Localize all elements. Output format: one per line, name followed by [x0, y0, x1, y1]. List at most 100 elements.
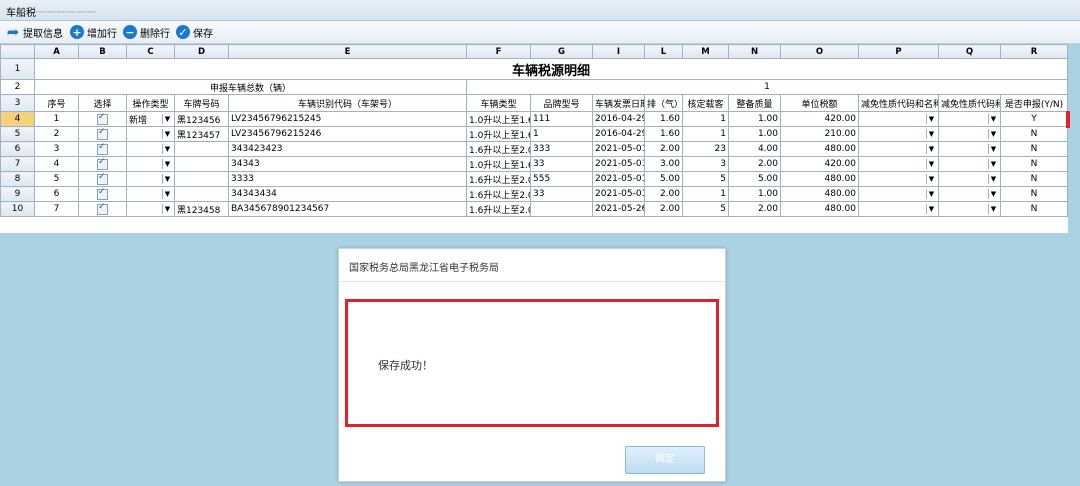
- row-header[interactable]: 8: [0, 171, 35, 187]
- row-header[interactable]: 6: [0, 141, 35, 157]
- mass-cell[interactable]: 1.00: [728, 186, 781, 202]
- exempt-b-cell[interactable]: ▼: [938, 156, 1001, 172]
- select-checkbox[interactable]: [97, 128, 108, 140]
- vin-cell[interactable]: LV23456796215246: [228, 126, 467, 142]
- exempt-b-cell[interactable]: ▼: [938, 201, 1001, 217]
- mass-cell[interactable]: 2.00: [728, 201, 781, 217]
- op-type-cell[interactable]: ▼: [126, 126, 175, 142]
- model-cell[interactable]: 33: [530, 186, 593, 202]
- op-type-cell[interactable]: ▼: [126, 141, 175, 157]
- dropdown-arrow-icon[interactable]: ▼: [926, 114, 936, 124]
- capacity-cell[interactable]: 5: [682, 171, 729, 187]
- col-header-f[interactable]: F: [466, 44, 531, 59]
- toolbar-save-button[interactable]: ✓ 保存: [176, 24, 213, 40]
- plate-cell[interactable]: 黑123457: [174, 126, 229, 142]
- select-checkbox[interactable]: [97, 188, 108, 200]
- select-checkbox[interactable]: [97, 203, 108, 215]
- dropdown-arrow-icon[interactable]: ▼: [926, 129, 936, 139]
- declare-cell[interactable]: Y: [1000, 111, 1068, 127]
- select-checkbox[interactable]: [97, 113, 108, 125]
- dropdown-arrow-icon[interactable]: ▼: [926, 159, 936, 169]
- date-cell[interactable]: 2016-04-29: [592, 126, 645, 142]
- model-cell[interactable]: 555: [530, 171, 593, 187]
- declare-cell[interactable]: N: [1000, 201, 1068, 217]
- plate-cell[interactable]: [174, 156, 229, 172]
- model-cell[interactable]: 333: [530, 141, 593, 157]
- col-header-b[interactable]: B: [78, 44, 127, 59]
- exempt-b-cell[interactable]: ▼: [938, 111, 1001, 127]
- capacity-cell[interactable]: 3: [682, 156, 729, 172]
- plate-cell[interactable]: [174, 171, 229, 187]
- row-header[interactable]: 3: [0, 94, 35, 112]
- row-header[interactable]: 4: [0, 111, 35, 127]
- col-header-i[interactable]: I: [592, 44, 645, 59]
- vin-cell[interactable]: 34343: [228, 156, 467, 172]
- exempt-b-cell[interactable]: ▼: [938, 186, 1001, 202]
- add-row-button[interactable]: + 增加行: [70, 24, 117, 40]
- col-header-g[interactable]: G: [530, 44, 593, 59]
- vin-cell[interactable]: BA345678901234567: [228, 201, 467, 217]
- dropdown-arrow-icon[interactable]: ▼: [926, 174, 936, 184]
- mass-cell[interactable]: 1.00: [728, 126, 781, 142]
- vehicle-type-cell[interactable]: 1.6升以上至2.0升(含)的乘用车▼: [466, 201, 531, 217]
- vehicle-type-cell[interactable]: 1.6升以上至2.0升(含)的乘用车▼: [466, 186, 531, 202]
- date-cell[interactable]: 2021-05-01: [592, 186, 645, 202]
- exempt-a-cell[interactable]: ▼: [858, 201, 939, 217]
- dropdown-arrow-icon[interactable]: ▼: [162, 114, 172, 124]
- vehicle-type-cell[interactable]: 1.0升以上至1.6升(含)的乘用车▼: [466, 156, 531, 172]
- vehicle-type-cell[interactable]: 1.0升以上至1.6升(含)的乘用车▼: [466, 111, 531, 127]
- dropdown-arrow-icon[interactable]: ▼: [162, 144, 172, 154]
- dropdown-arrow-icon[interactable]: ▼: [926, 144, 936, 154]
- mass-cell[interactable]: 4.00: [728, 141, 781, 157]
- vin-cell[interactable]: 3333: [228, 171, 467, 187]
- declare-cell[interactable]: N: [1000, 141, 1068, 157]
- col-header-e[interactable]: E: [228, 44, 467, 59]
- col-header-n[interactable]: N: [728, 44, 781, 59]
- op-type-cell[interactable]: ▼: [126, 156, 175, 172]
- mass-cell[interactable]: 1.00: [728, 111, 781, 127]
- model-cell[interactable]: 111: [530, 111, 593, 127]
- col-header-l[interactable]: L: [644, 44, 683, 59]
- dropdown-arrow-icon[interactable]: ▼: [162, 189, 172, 199]
- exempt-a-cell[interactable]: ▼: [858, 111, 939, 127]
- dropdown-arrow-icon[interactable]: ▼: [988, 174, 998, 184]
- dropdown-arrow-icon[interactable]: ▼: [988, 159, 998, 169]
- dropdown-arrow-icon[interactable]: ▼: [988, 189, 998, 199]
- col-header-q[interactable]: Q: [938, 44, 1001, 59]
- col-header-p[interactable]: P: [858, 44, 939, 59]
- col-header-a[interactable]: A: [34, 44, 79, 59]
- vehicle-type-cell[interactable]: 1.6升以上至2.0升(含)的乘用车▼: [466, 171, 531, 187]
- capacity-cell[interactable]: 23: [682, 141, 729, 157]
- dropdown-arrow-icon[interactable]: ▼: [988, 129, 998, 139]
- date-cell[interactable]: 2021-05-01: [592, 156, 645, 172]
- col-header-m[interactable]: M: [682, 44, 729, 59]
- date-cell[interactable]: 2021-05-01: [592, 171, 645, 187]
- exempt-a-cell[interactable]: ▼: [858, 171, 939, 187]
- dropdown-arrow-icon[interactable]: ▼: [162, 174, 172, 184]
- row-header[interactable]: 10: [0, 201, 35, 217]
- model-cell[interactable]: [530, 201, 593, 217]
- mass-cell[interactable]: 5.00: [728, 171, 781, 187]
- exempt-b-cell[interactable]: ▼: [938, 171, 1001, 187]
- exempt-b-cell[interactable]: ▼: [938, 141, 1001, 157]
- capacity-cell[interactable]: 5: [682, 201, 729, 217]
- vin-cell[interactable]: LV23456796215245: [228, 111, 467, 127]
- dropdown-arrow-icon[interactable]: ▼: [162, 159, 172, 169]
- row-header[interactable]: 5: [0, 126, 35, 142]
- delete-row-button[interactable]: − 删除行: [123, 24, 170, 40]
- declare-cell[interactable]: N: [1000, 186, 1068, 202]
- dropdown-arrow-icon[interactable]: ▼: [162, 129, 172, 139]
- fetch-info-button[interactable]: ➦ 提取信息: [6, 24, 63, 40]
- date-cell[interactable]: 2016-04-29: [592, 111, 645, 127]
- vehicle-type-cell[interactable]: 1.6升以上至2.0升(含)的乘用车▼: [466, 141, 531, 157]
- row-header[interactable]: 1: [0, 58, 35, 80]
- col-header-d[interactable]: D: [174, 44, 229, 59]
- declare-cell[interactable]: N: [1000, 126, 1068, 142]
- exempt-a-cell[interactable]: ▼: [858, 141, 939, 157]
- plate-cell[interactable]: 黑123458: [174, 201, 229, 217]
- displacement-cell[interactable]: 5.00: [644, 171, 683, 187]
- exempt-b-cell[interactable]: ▼: [938, 126, 1001, 142]
- date-cell[interactable]: 2021-05-26: [592, 201, 645, 217]
- mass-cell[interactable]: 2.00: [728, 156, 781, 172]
- select-checkbox[interactable]: [97, 158, 108, 170]
